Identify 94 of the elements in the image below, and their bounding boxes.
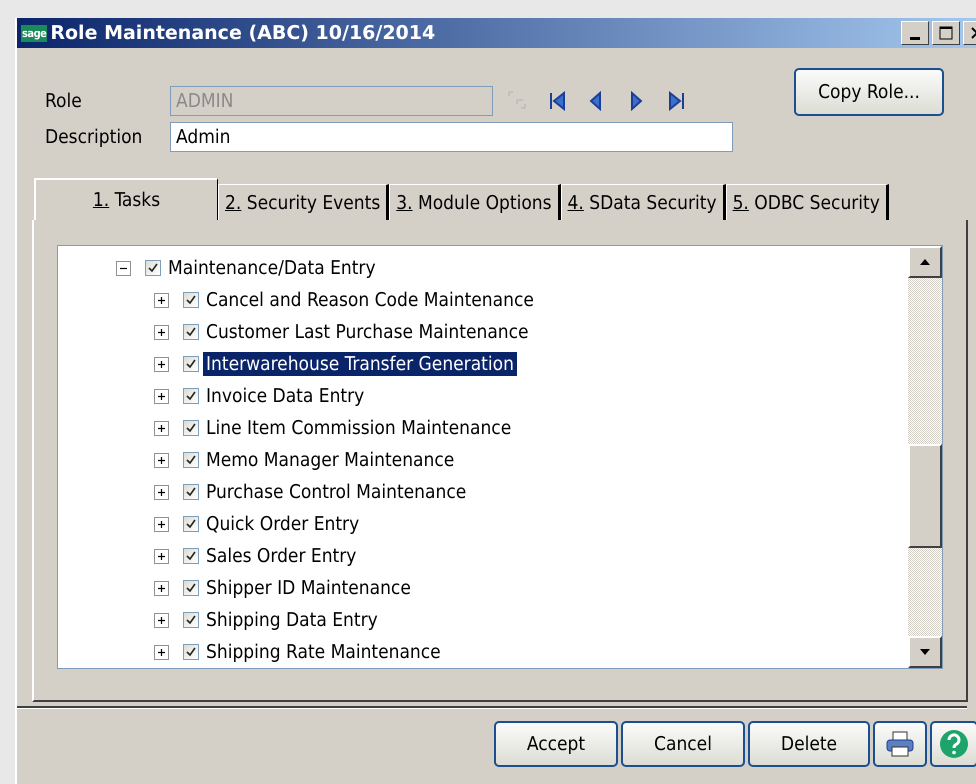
tree-item[interactable]: Shipping Data Entry [203,608,381,632]
action-button[interactable]: Accept [494,721,618,767]
tree-item[interactable]: Customer Last Purchase Maintenance [203,320,532,344]
help-button[interactable] [930,721,976,767]
checkbox[interactable] [183,388,199,404]
expand-toggle[interactable] [154,516,169,532]
tree-item[interactable]: Memo Manager Maintenance [203,448,458,472]
tab[interactable]: 2. Security Events [218,184,390,220]
tree-item[interactable]: Purchase Control Maintenance [203,480,470,504]
app-logo: sage [21,24,48,42]
tab[interactable]: 3. Module Options [389,184,561,220]
print-button[interactable] [873,721,927,767]
minimize-button[interactable] [901,21,929,45]
plus-icon [157,328,166,336]
description-field[interactable]: Admin [170,122,733,152]
check-icon [185,550,197,562]
plus-icon [157,424,166,432]
expand-toggle[interactable] [154,292,169,308]
expand-toggle[interactable] [154,388,169,404]
plus-icon [157,296,166,304]
plus-icon [157,488,166,496]
check-icon [185,486,197,498]
expand-toggle[interactable] [154,580,169,596]
expand-toggle[interactable] [154,324,169,340]
check-icon [185,294,197,306]
checkbox[interactable] [183,324,199,340]
scroll-thumb[interactable] [908,444,942,548]
tree-item[interactable]: Maintenance/Data Entry [165,256,379,280]
help-icon [939,729,969,759]
checkbox[interactable] [183,580,199,596]
check-icon [185,390,197,402]
tree-item[interactable]: Sales Order Entry [203,544,360,568]
window-title: Role Maintenance (ABC) 10/16/2014 [50,22,436,44]
checkbox[interactable] [183,644,199,660]
checkbox[interactable] [183,516,199,532]
scroll-up-button[interactable] [908,246,942,278]
checkbox[interactable] [183,612,199,628]
minimize-icon [910,36,920,40]
check-icon [185,358,197,370]
expand-toggle[interactable] [154,356,169,372]
checkbox[interactable] [183,356,199,372]
checkbox[interactable] [145,260,161,276]
check-icon [185,326,197,338]
checkbox[interactable] [183,452,199,468]
role-label: Role [45,90,83,112]
action-button[interactable]: Delete [748,721,870,767]
maximize-button[interactable] [932,21,960,45]
collapse-toggle[interactable] [116,260,131,276]
check-icon [185,454,197,466]
plus-icon [157,360,166,368]
down-arrow-icon [919,648,931,656]
checkbox[interactable] [183,484,199,500]
expand-toggle[interactable] [154,644,169,660]
copy-role-button[interactable]: Copy Role... [794,68,944,116]
last-record-icon[interactable] [667,91,687,111]
printer-icon [885,730,915,758]
scrollbar[interactable] [908,246,942,668]
tree-item[interactable]: Quick Order Entry [203,512,362,536]
tree-item[interactable]: Interwarehouse Transfer Generation [203,352,517,376]
maximize-icon [939,26,953,40]
scroll-down-button[interactable] [908,636,942,668]
plus-icon [157,552,166,560]
up-arrow-icon [919,258,931,266]
first-record-icon[interactable] [547,91,567,111]
plus-icon [157,456,166,464]
checkbox[interactable] [183,548,199,564]
tab[interactable]: 4. SData Security [560,184,726,220]
expand-toggle[interactable] [154,420,169,436]
plus-icon [157,616,166,624]
expand-toggle[interactable] [154,548,169,564]
plus-icon [157,520,166,528]
check-icon [185,646,197,658]
checkbox[interactable] [183,420,199,436]
tab[interactable]: 5. ODBC Security [726,184,889,220]
description-label: Description [45,126,144,148]
check-icon [185,518,197,530]
plus-icon [157,584,166,592]
tab[interactable]: 1. Tasks [34,178,218,220]
check-icon [185,582,197,594]
check-icon [185,614,197,626]
check-icon [185,422,197,434]
tree-item[interactable]: Shipper ID Maintenance [203,576,414,600]
expand-toggle[interactable] [154,484,169,500]
check-icon [147,262,159,274]
checkbox[interactable] [183,292,199,308]
expand-toggle[interactable] [154,452,169,468]
expand-toggle[interactable] [154,612,169,628]
tree-item[interactable]: Line Item Commission Maintenance [203,416,514,440]
plus-icon [157,392,166,400]
tree-item[interactable]: Shipping Rate Maintenance [203,640,444,664]
tree-item[interactable]: Invoice Data Entry [203,384,368,408]
action-button[interactable]: Cancel [621,721,745,767]
tree-item[interactable]: Cancel and Reason Code Maintenance [203,288,537,312]
plus-icon [157,648,166,656]
